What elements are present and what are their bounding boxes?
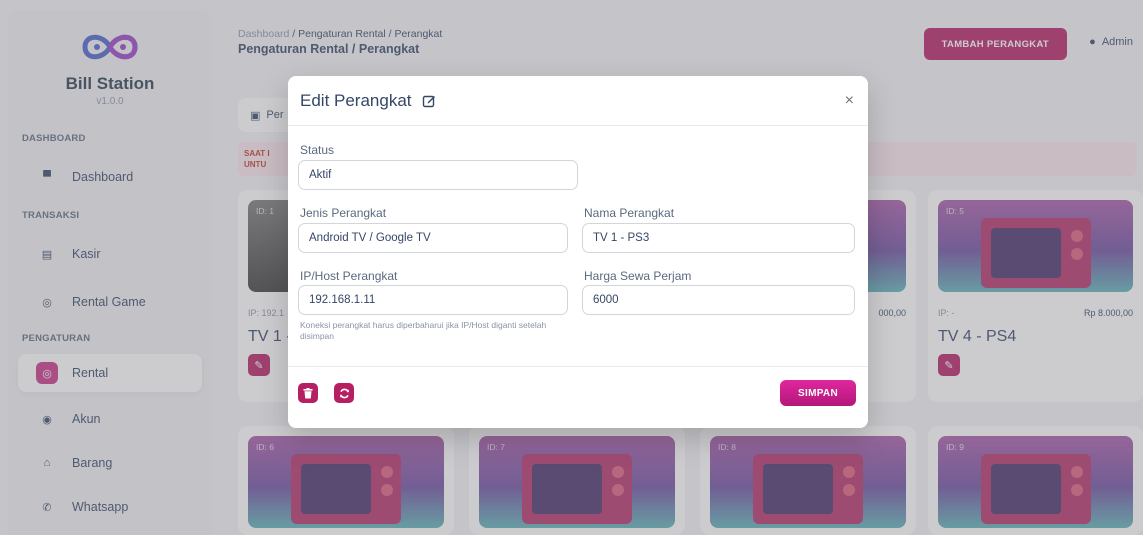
modal-footer: SIMPAN xyxy=(288,366,868,428)
hourly-price-field[interactable]: 6000 xyxy=(582,285,855,315)
device-type-label: Jenis Perangkat xyxy=(300,206,387,220)
ip-host-label: IP/Host Perangkat xyxy=(300,269,398,283)
status-label: Status xyxy=(300,143,335,157)
device-name-label: Nama Perangkat xyxy=(584,206,675,220)
edit-device-modal: Edit Perangkat × Status Aktif Jenis Pera… xyxy=(288,76,868,428)
save-button[interactable]: SIMPAN xyxy=(780,380,856,406)
ip-host-field[interactable]: 192.168.1.11 xyxy=(298,285,568,315)
refresh-button[interactable] xyxy=(334,383,354,403)
device-type-select[interactable]: Android TV / Google TV xyxy=(298,223,568,253)
ip-host-hint: Koneksi perangkat harus diperbaharui jik… xyxy=(300,320,547,341)
hourly-price-label: Harga Sewa Perjam xyxy=(584,269,692,283)
delete-button[interactable] xyxy=(298,383,318,403)
edit-icon xyxy=(422,95,435,107)
trash-icon xyxy=(303,387,313,398)
refresh-icon xyxy=(339,388,349,398)
status-select[interactable]: Aktif xyxy=(298,160,578,190)
modal-header: Edit Perangkat × xyxy=(288,76,868,126)
modal-title: Edit Perangkat xyxy=(300,90,412,110)
device-name-field[interactable]: TV 1 - PS3 xyxy=(582,223,855,253)
close-icon[interactable]: × xyxy=(845,92,854,110)
